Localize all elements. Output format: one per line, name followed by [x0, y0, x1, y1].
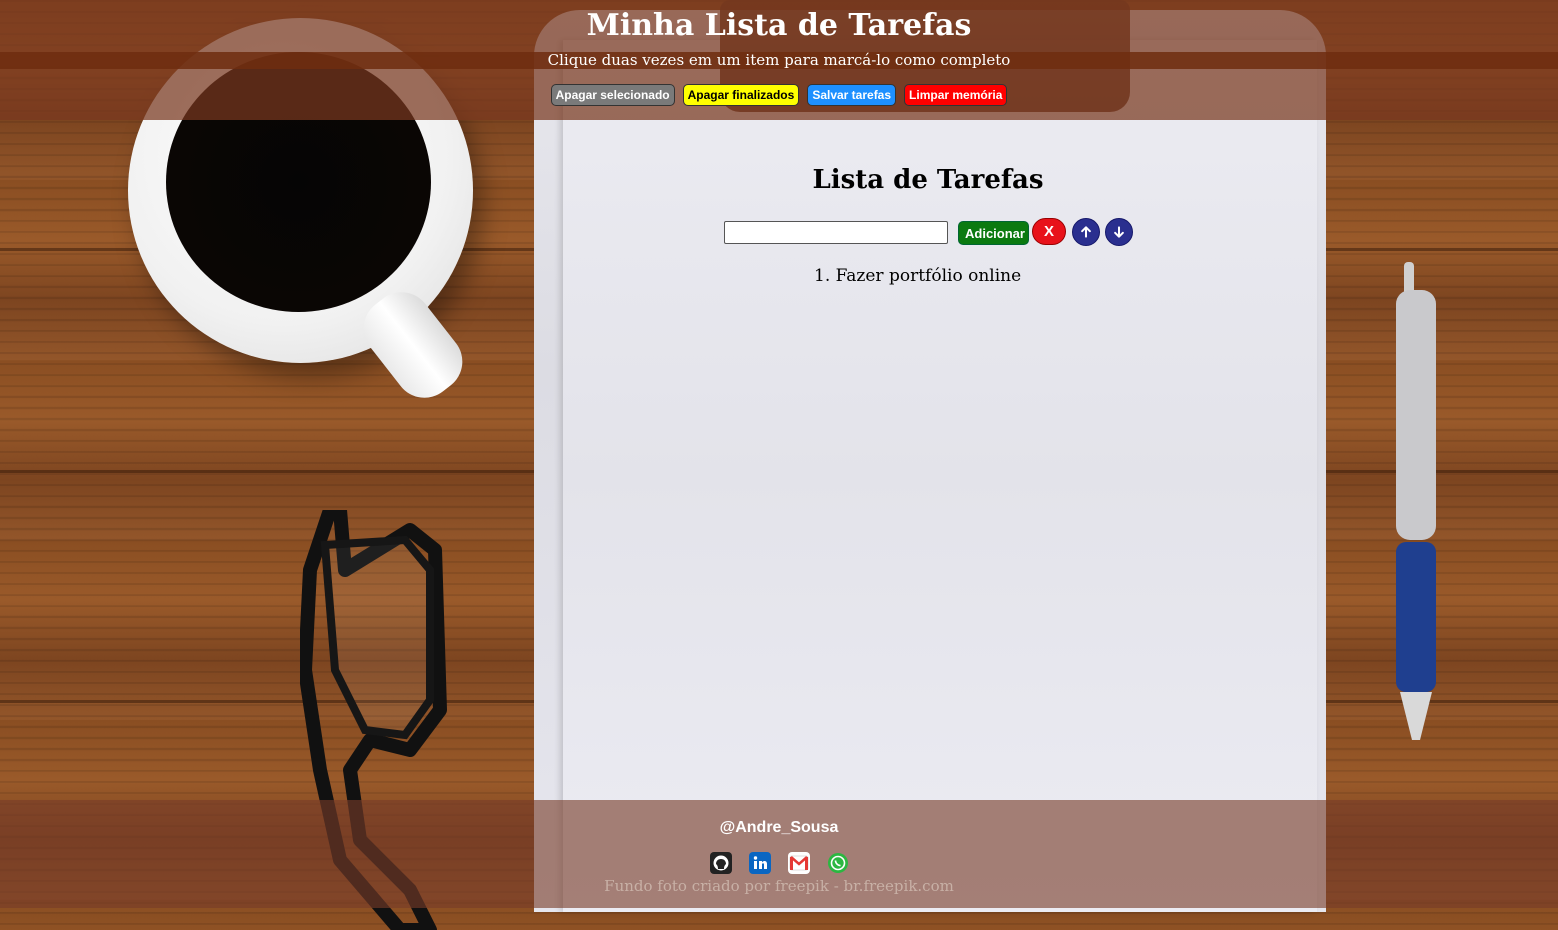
clear-memory-button[interactable]: Limpar memória — [904, 84, 1008, 106]
delete-task-button[interactable]: X — [1032, 218, 1066, 245]
task-number: 1. — [814, 266, 831, 286]
header: Minha Lista de Tarefas Clique duas vezes… — [0, 0, 1558, 120]
delete-selected-button[interactable]: Apagar selecionado — [550, 84, 675, 106]
whatsapp-link[interactable] — [827, 852, 849, 874]
task-list: 1. Fazer portfólio online — [814, 266, 1021, 286]
gmail-link[interactable] — [787, 852, 810, 874]
toolbar: Apagar selecionado Apagar finalizados Sa… — [0, 84, 1558, 106]
pen-image — [1396, 262, 1436, 740]
subtitle: Clique duas vezes em um item para marcá-… — [547, 51, 1011, 69]
move-up-button[interactable] — [1072, 218, 1100, 246]
photo-credit: Fundo foto criado por freepik - br.freep… — [604, 877, 954, 895]
task-input[interactable] — [724, 221, 948, 244]
gmail-icon — [789, 855, 808, 871]
social-links — [0, 852, 1558, 874]
arrow-up-icon — [1081, 226, 1091, 238]
github-link[interactable] — [709, 852, 732, 874]
delete-finished-button[interactable]: Apagar finalizados — [682, 84, 800, 106]
linkedin-link[interactable] — [748, 852, 771, 874]
task-text: Fazer portfólio online — [835, 266, 1022, 286]
task-item[interactable]: 1. Fazer portfólio online — [814, 266, 1021, 286]
author-handle: @Andre_Sousa — [719, 819, 839, 836]
save-tasks-button[interactable]: Salvar tarefas — [807, 84, 897, 106]
page-title: Minha Lista de Tarefas — [586, 8, 972, 43]
move-down-button[interactable] — [1105, 218, 1133, 246]
linkedin-icon — [753, 856, 767, 869]
arrow-down-icon — [1114, 226, 1124, 238]
github-icon — [713, 855, 728, 871]
add-task-button[interactable]: Adicionar — [958, 221, 1029, 245]
list-heading: Lista de Tarefas — [812, 165, 1044, 195]
footer: @Andre_Sousa Fundo foto criado por freep… — [0, 800, 1558, 908]
whatsapp-icon — [827, 853, 848, 873]
